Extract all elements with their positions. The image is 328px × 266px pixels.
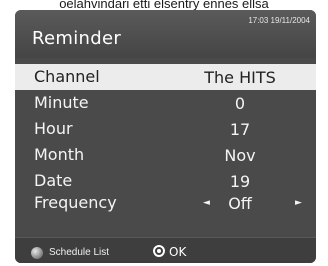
ok-button[interactable]: OK xyxy=(169,245,186,259)
channel-value: The HITS xyxy=(204,68,276,87)
schedule-list-button[interactable]: Schedule List xyxy=(49,247,109,258)
grey-button-icon xyxy=(31,247,43,259)
hour-value: 17 xyxy=(229,120,251,139)
channel-label: Channel xyxy=(34,67,100,86)
month-value: Nov xyxy=(224,146,256,165)
datetime-display: 17:03 19/11/2004 xyxy=(248,16,310,25)
row-month[interactable]: Month Nov xyxy=(15,142,316,168)
row-date[interactable]: Date 19 xyxy=(15,168,316,191)
minute-label: Minute xyxy=(34,93,89,112)
settings-list: Channel The HITS Minute 0 Hour 17 Month … xyxy=(15,64,316,216)
row-frequency[interactable]: Frequency ◄ Off ► xyxy=(15,190,316,216)
frequency-value: Off xyxy=(228,194,252,213)
month-label: Month xyxy=(34,145,85,164)
ok-button-icon xyxy=(153,245,165,257)
frequency-label: Frequency xyxy=(34,193,117,212)
row-minute[interactable]: Minute 0 xyxy=(15,90,316,116)
date-value: 19 xyxy=(229,172,251,191)
dialog-title: Reminder xyxy=(32,28,122,49)
title-bar: Reminder 17:03 19/11/2004 xyxy=(15,10,316,58)
row-hour[interactable]: Hour 17 xyxy=(15,116,316,142)
row-channel[interactable]: Channel The HITS xyxy=(15,64,316,90)
date-label: Date xyxy=(34,171,73,190)
hour-label: Hour xyxy=(34,119,73,138)
minute-value: 0 xyxy=(234,94,246,113)
footer-bar: Schedule List OK xyxy=(15,237,316,263)
right-arrow-icon[interactable]: ► xyxy=(295,198,302,208)
reminder-dialog: Reminder 17:03 19/11/2004 Channel The HI… xyxy=(15,10,316,263)
